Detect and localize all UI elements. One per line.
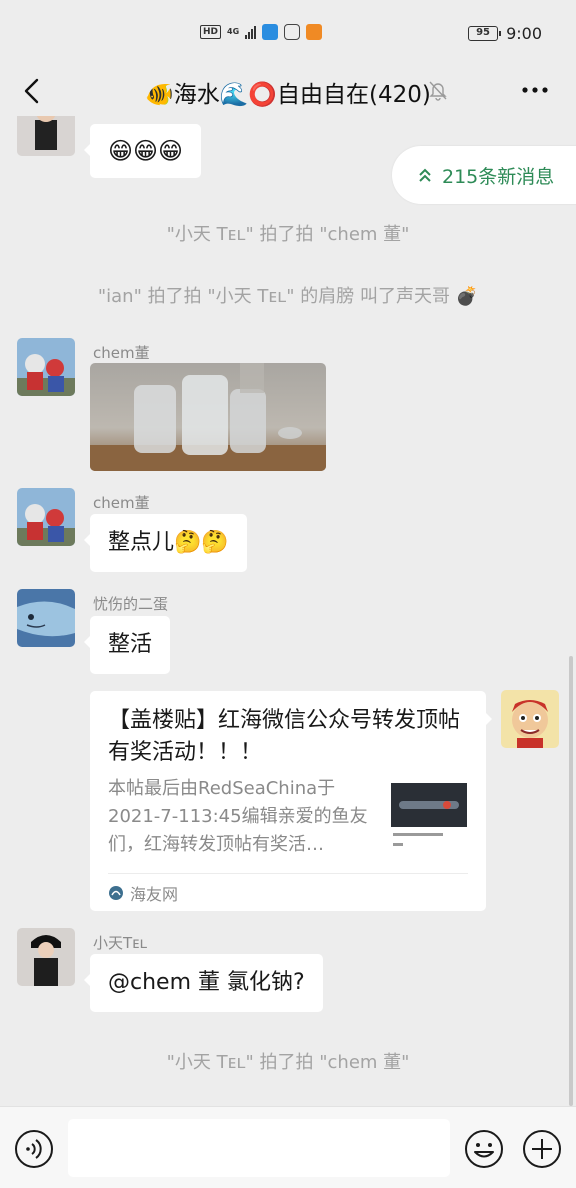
message-bubble[interactable]: 😁😁😁 <box>83 124 202 178</box>
sender-name: 小天Tᴇʟ <box>93 934 148 952</box>
link-card[interactable]: 【盖楼贴】红海微信公众号转发顶帖有奖活动！！！ 本帖最后由RedSeaChina… <box>90 691 492 911</box>
hd-indicator: HD <box>200 25 222 39</box>
more-dots-icon[interactable] <box>520 80 550 100</box>
scrollbar[interactable] <box>569 656 573 1106</box>
self-avatar[interactable] <box>501 690 559 748</box>
avatar[interactable] <box>17 116 75 156</box>
avatar[interactable] <box>17 488 75 546</box>
card-divider <box>108 873 468 874</box>
chat-header: 🐠海水🌊⭕自由自在(420) <box>0 66 576 116</box>
battery-icon: 95 <box>468 26 502 41</box>
plus-icon[interactable] <box>522 1129 562 1169</box>
avatar[interactable] <box>17 928 75 986</box>
message-input[interactable] <box>68 1119 450 1177</box>
signal-icon <box>245 25 257 39</box>
system-message: "小天 Tᴇʟ" 拍了拍 "chem 董" <box>166 1052 410 1073</box>
status-right: 95 9:00 <box>468 24 542 43</box>
input-bar <box>0 1106 576 1188</box>
card-title: 【盖楼贴】红海微信公众号转发顶帖有奖活动！！！ <box>108 708 461 765</box>
sender-name: chem董 <box>93 344 150 362</box>
message-bubble[interactable]: @chem 董 氯化钠? <box>84 954 323 1012</box>
card-source-name: 海友网 <box>130 885 179 904</box>
avatar[interactable] <box>17 338 75 396</box>
message-bubble[interactable]: 整点儿🤔🤔 <box>84 514 247 572</box>
system-message: "ian" 拍了拍 "小天 Tᴇʟ" 的肩膀 叫了声天哥 💣 <box>97 286 479 307</box>
status-bar: HD 4G 95 9:00 <box>0 0 576 66</box>
voice-icon[interactable] <box>14 1129 54 1169</box>
network-type: 4G <box>227 27 240 36</box>
sender-name: chem董 <box>93 494 150 512</box>
message-image[interactable] <box>90 363 326 471</box>
message-list[interactable]: 😁😁😁 215条新消息 "小天 Tᴇʟ" 拍了拍 "chem 董" "ian" … <box>0 116 576 1106</box>
status-icons: HD 4G <box>200 24 323 40</box>
bell-muted-icon <box>429 81 447 101</box>
double-chevron-up-icon <box>419 168 431 182</box>
avatar[interactable] <box>17 589 75 647</box>
shield-notification-icon <box>284 24 301 40</box>
card-source: 海友网 <box>108 881 178 905</box>
app-notification-icon <box>262 24 279 40</box>
new-messages-button[interactable]: 215条新消息 <box>392 146 576 204</box>
new-messages-label: 215条新消息 <box>442 165 555 188</box>
photo-notification-icon <box>306 24 323 40</box>
message-bubble[interactable]: 整活 <box>83 616 171 674</box>
emoji-icon[interactable] <box>464 1129 504 1169</box>
group-title: 🐠海水🌊⭕自由自在(420) <box>145 82 431 108</box>
card-description: 本帖最后由RedSeaChina于2021-7-113:45编辑亲爱的鱼友们，红… <box>108 778 368 855</box>
card-thumbnail <box>391 783 467 855</box>
system-message: "小天 Tᴇʟ" 拍了拍 "chem 董" <box>166 224 410 245</box>
clock: 9:00 <box>506 24 542 43</box>
source-logo-icon <box>109 886 123 900</box>
sender-name: 忧伤的二蛋 <box>93 595 169 613</box>
